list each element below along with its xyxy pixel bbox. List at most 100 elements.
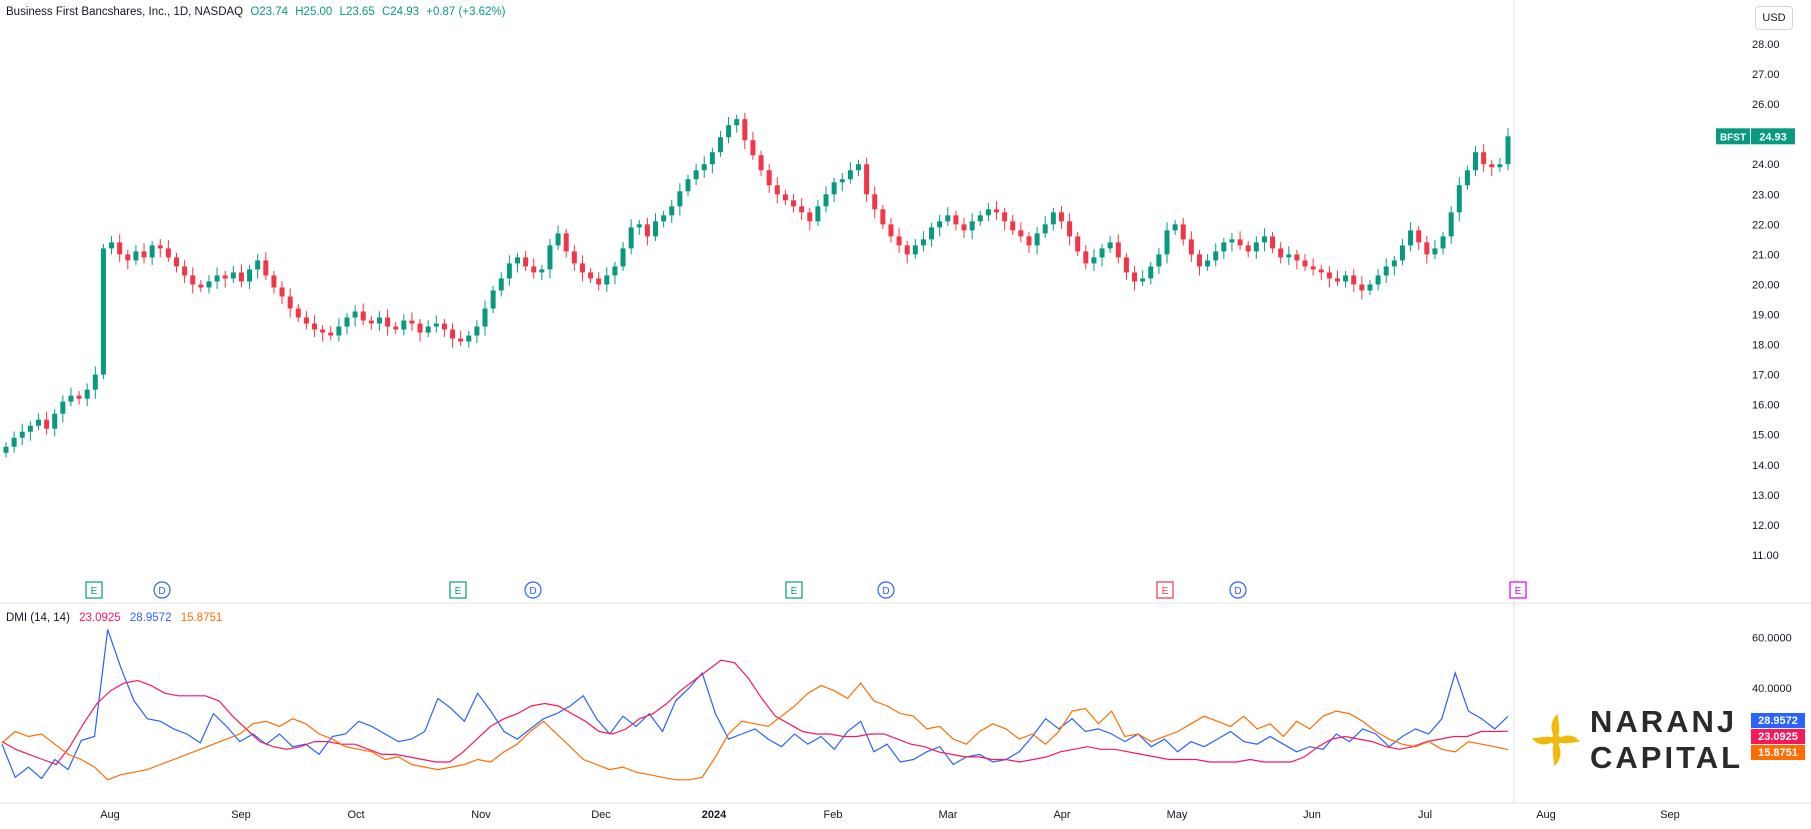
candle-body: [287, 296, 293, 309]
candle-body: [636, 224, 642, 228]
price-tick-label: 28.00: [1752, 39, 1780, 51]
candle-body: [1473, 152, 1479, 171]
candle-body: [149, 245, 155, 258]
candle-body: [1083, 251, 1089, 264]
candle-body: [1456, 185, 1462, 213]
candle-body: [506, 263, 512, 279]
time-tick-label: Mar: [939, 809, 958, 821]
candle-body: [1188, 239, 1194, 255]
candle-body: [320, 329, 326, 333]
candle-body: [1408, 230, 1414, 246]
candle-body: [1180, 224, 1186, 240]
candle-body: [896, 236, 902, 246]
symbol-header: Business First Bancshares, Inc., 1D, NAS…: [6, 6, 510, 18]
candle-body: [701, 164, 707, 171]
time-tick-label: 2024: [702, 809, 727, 821]
candle-body: [433, 323, 439, 327]
candle-body: [1205, 260, 1211, 267]
candle-body: [173, 257, 179, 267]
candle-body: [985, 209, 991, 216]
event-marker-letter: E: [91, 586, 98, 597]
candle-body: [807, 212, 813, 222]
event-marker-letter: E: [1162, 586, 1169, 597]
chart-area: EDEDEDEDE 28.0027.0026.0025.0024.0023.00…: [0, 0, 1811, 824]
price-tick-label: 27.00: [1752, 69, 1780, 81]
event-marker-letter: D: [158, 586, 165, 597]
candle-body: [1326, 272, 1332, 279]
price-tick-label: 17.00: [1752, 370, 1780, 382]
candle-body: [945, 215, 951, 222]
candle-body: [815, 206, 821, 222]
candle-body: [44, 419, 50, 429]
dmi-minus-di-line: [1, 682, 1509, 781]
candle-body: [555, 233, 561, 246]
candle-body: [1278, 248, 1284, 258]
candle-body: [271, 275, 277, 288]
candle-body: [929, 227, 935, 240]
high-value: H25.00: [295, 6, 333, 18]
price-tick-label: 16.00: [1752, 400, 1780, 412]
brand-line-2: CAPITAL: [1590, 740, 1744, 775]
candle-body: [1123, 257, 1129, 273]
candle-body: [709, 152, 715, 165]
brand-line-1: NARANJ: [1590, 704, 1738, 739]
candle-body: [847, 170, 853, 180]
candle-body: [839, 179, 845, 183]
time-tick-label: Apr: [1053, 809, 1070, 821]
low-value: L23.65: [339, 6, 375, 18]
indicator-tick-label: 40.0000: [1752, 683, 1792, 695]
dmi-value-badge-text: 23.0925: [1758, 731, 1798, 743]
candle-body: [969, 221, 975, 231]
candle-body: [588, 272, 594, 279]
candle-body: [1464, 170, 1470, 186]
candle-body: [425, 326, 431, 333]
candle-body: [571, 251, 577, 264]
price-tick-label: 26.00: [1752, 99, 1780, 111]
candle-body: [1432, 248, 1438, 255]
currency-button[interactable]: USD: [1755, 6, 1793, 30]
change-value: +0.87 (+3.62%): [426, 6, 506, 18]
candle-body: [441, 323, 447, 330]
candle-body: [823, 194, 829, 207]
candle-body: [937, 221, 943, 228]
candle-body: [1375, 275, 1381, 285]
candle-body: [141, 251, 147, 258]
candle-body: [133, 251, 139, 261]
candle-body: [774, 185, 780, 195]
candle-body: [596, 278, 602, 285]
brand-logo: NARANJ CAPITAL: [1528, 700, 1758, 780]
candle-body: [1367, 284, 1373, 291]
candle-body: [717, 137, 723, 153]
candle-body: [1010, 221, 1016, 231]
candle-body: [872, 194, 878, 210]
candle-body: [750, 140, 756, 156]
candle-body: [977, 215, 983, 222]
candle-body: [1416, 230, 1422, 243]
candle-body: [539, 269, 545, 273]
dmi-label: DMI (14, 14): [6, 612, 70, 624]
candle-body: [1107, 242, 1113, 249]
price-badge-text: 24.93: [1759, 131, 1787, 143]
candle-body: [1505, 136, 1511, 165]
candle-body: [726, 125, 732, 138]
close-value: C24.93: [381, 6, 420, 18]
candle-body: [84, 389, 90, 399]
candle-body: [295, 308, 301, 318]
candle-body: [1018, 230, 1024, 237]
candle-body: [482, 308, 488, 327]
time-tick-label: Jun: [1303, 809, 1321, 821]
candle-body: [68, 395, 74, 402]
dmi-value-badge-text: 28.9572: [1758, 715, 1798, 727]
candle-body: [1270, 236, 1276, 249]
price-tick-label: 13.00: [1752, 490, 1780, 502]
candle-body: [1383, 266, 1389, 276]
candle-body: [620, 248, 626, 267]
dmi-adx-value: 23.0925: [79, 612, 121, 624]
candle-body: [1335, 278, 1341, 282]
candle-body: [1310, 266, 1316, 270]
candle-body: [514, 257, 520, 264]
candle-body: [190, 275, 196, 285]
candle-body: [1424, 242, 1430, 255]
candle-body: [109, 242, 115, 249]
candle-body: [303, 317, 309, 324]
